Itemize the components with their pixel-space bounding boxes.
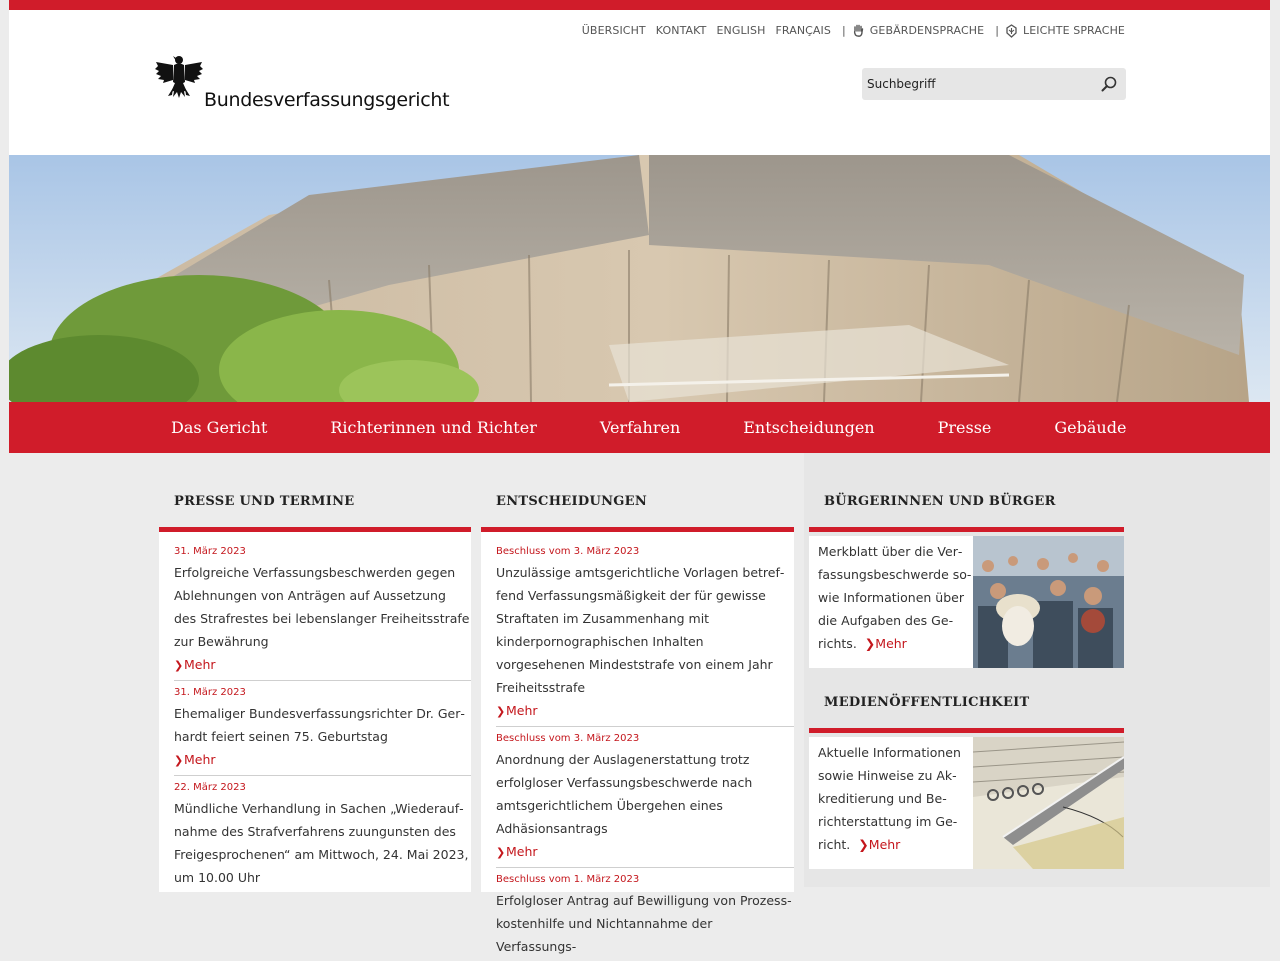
service-link-easy-language[interactable]: LEICHTE SPRACHE xyxy=(1023,24,1125,37)
nav-presse[interactable]: Presse xyxy=(938,402,992,453)
hand-icon xyxy=(852,24,865,37)
more-link[interactable]: ❯Mehr xyxy=(858,837,900,852)
more-link[interactable]: ❯Mehr xyxy=(496,840,794,864)
page: ÜBERSICHT KONTAKT ENGLISH FRANÇAIS | GEB… xyxy=(9,10,1270,954)
federal-eagle-icon xyxy=(155,56,203,98)
teaser-text: Merkblatt über die Ver­fassungsbeschwerd… xyxy=(818,544,972,651)
decision-text[interactable]: Erfolgloser Antrag auf Bewilligung von P… xyxy=(496,889,794,958)
decisions-list: Beschluss vom 3. März 2023 Unzulässige a… xyxy=(481,532,794,954)
citizens-heading: BÜRGERINNEN UND BÜRGER xyxy=(824,494,1056,509)
more-link[interactable]: ❯Mehr xyxy=(174,653,471,677)
nav-gebaeude[interactable]: Gebäude xyxy=(1054,402,1126,453)
header: ÜBERSICHT KONTAKT ENGLISH FRANÇAIS | GEB… xyxy=(9,10,1270,155)
decisions-column: ENTSCHEIDUNGEN Beschluss vom 3. März 202… xyxy=(481,453,794,954)
court-logo[interactable]: Bundesverfassungsgericht xyxy=(154,52,474,132)
media-heading: MEDIENÖFFENTLICHKEIT xyxy=(824,695,1030,710)
decision-date: Beschluss vom 3. März 2023 xyxy=(496,733,640,744)
chevron-right-icon: ❯ xyxy=(174,754,184,767)
press-list: 31. März 2023 Erfolgreiche Verfassungsbe… xyxy=(159,532,471,892)
chevron-right-icon: ❯ xyxy=(174,659,184,672)
list-item: 31. März 2023 Ehemaliger Bundesverfassun… xyxy=(174,687,471,776)
nav-richterinnen-und-richter[interactable]: Richterinnen und Richter xyxy=(330,402,536,453)
list-item: Beschluss vom 1. März 2023 Erfolgloser A… xyxy=(496,874,794,961)
news-text[interactable]: Erfolgreiche Verfassungsbeschwerden gege… xyxy=(174,561,471,653)
chevron-right-icon: ❯ xyxy=(858,837,869,852)
logo-text: Bundesverfassungsgericht xyxy=(204,89,450,111)
service-link-overview[interactable]: ÜBERSICHT xyxy=(582,24,646,37)
easy-language-icon xyxy=(1005,24,1018,38)
chevron-right-icon: ❯ xyxy=(864,636,876,651)
citizens-teaser[interactable]: Merkblatt über die Ver­fassungsbeschwerd… xyxy=(809,536,1124,668)
media-teaser[interactable]: Aktuelle Informationen sowie Hinweise zu… xyxy=(809,737,1124,869)
service-link-english[interactable]: ENGLISH xyxy=(716,24,765,37)
press-heading: PRESSE UND TERMINE xyxy=(174,494,355,509)
nav-verfahren[interactable]: Verfahren xyxy=(600,402,680,453)
heading-rule xyxy=(809,728,1124,733)
list-item: Beschluss vom 3. März 2023 Unzulässige a… xyxy=(496,546,794,727)
teaser-text: Aktuelle Informationen sowie Hinweise zu… xyxy=(818,745,961,852)
heading-rule xyxy=(809,527,1124,532)
service-link-contact[interactable]: KONTAKT xyxy=(656,24,707,37)
service-link-sign-language[interactable]: GEBÄRDENSPRACHE xyxy=(870,24,984,37)
service-nav: ÜBERSICHT KONTAKT ENGLISH FRANÇAIS | GEB… xyxy=(572,24,1125,38)
main-nav: Das Gericht Richterinnen und Richter Ver… xyxy=(9,402,1270,453)
chevron-right-icon: ❯ xyxy=(496,846,506,859)
citizens-section: BÜRGERINNEN UND BÜRGER Merkblatt über di… xyxy=(809,453,1124,869)
chevron-right-icon: ❯ xyxy=(496,705,506,718)
news-text[interactable]: Mündliche Verhandlung in Sachen „Wiedera… xyxy=(174,797,471,889)
more-link[interactable]: ❯Mehr xyxy=(496,699,794,723)
nav-das-gericht[interactable]: Das Gericht xyxy=(171,402,267,453)
news-date: 31. März 2023 xyxy=(174,546,246,557)
crowd-image xyxy=(973,536,1124,668)
search-box xyxy=(862,68,1126,100)
press-column: PRESSE UND TERMINE 31. März 2023 Erfolgr… xyxy=(159,453,471,892)
news-date: 31. März 2023 xyxy=(174,687,246,698)
service-link-french[interactable]: FRANÇAIS xyxy=(775,24,831,37)
top-accent-bar xyxy=(9,0,1270,10)
separator: | xyxy=(841,24,846,37)
list-item: 31. März 2023 Erfolgreiche Verfassungsbe… xyxy=(174,546,471,681)
separator: | xyxy=(995,24,999,37)
list-item: Beschluss vom 3. März 2023 Anordnung der… xyxy=(496,733,794,868)
decision-text[interactable]: Anordnung der Auslagenerstattung trotz e… xyxy=(496,748,794,840)
press-notebook-image xyxy=(973,737,1124,869)
decision-date: Beschluss vom 3. März 2023 xyxy=(496,546,640,557)
list-item: 22. März 2023 Mündliche Verhandlung in S… xyxy=(174,782,471,892)
nav-entscheidungen[interactable]: Entscheidungen xyxy=(743,402,874,453)
decisions-heading: ENTSCHEIDUNGEN xyxy=(496,494,648,509)
news-date: 22. März 2023 xyxy=(174,782,246,793)
more-link[interactable]: ❯Mehr xyxy=(174,748,471,772)
more-link[interactable]: ❯Mehr xyxy=(865,636,907,651)
decision-date: Beschluss vom 1. März 2023 xyxy=(496,874,640,885)
news-text[interactable]: Ehemaliger Bundesverfassungsrichter Dr. … xyxy=(174,702,471,748)
decision-text[interactable]: Unzulässige amtsgerichtliche Vorlagen be… xyxy=(496,561,794,699)
search-input[interactable] xyxy=(862,68,1092,100)
hero-building-image xyxy=(9,155,1270,402)
search-icon[interactable] xyxy=(1100,75,1118,93)
